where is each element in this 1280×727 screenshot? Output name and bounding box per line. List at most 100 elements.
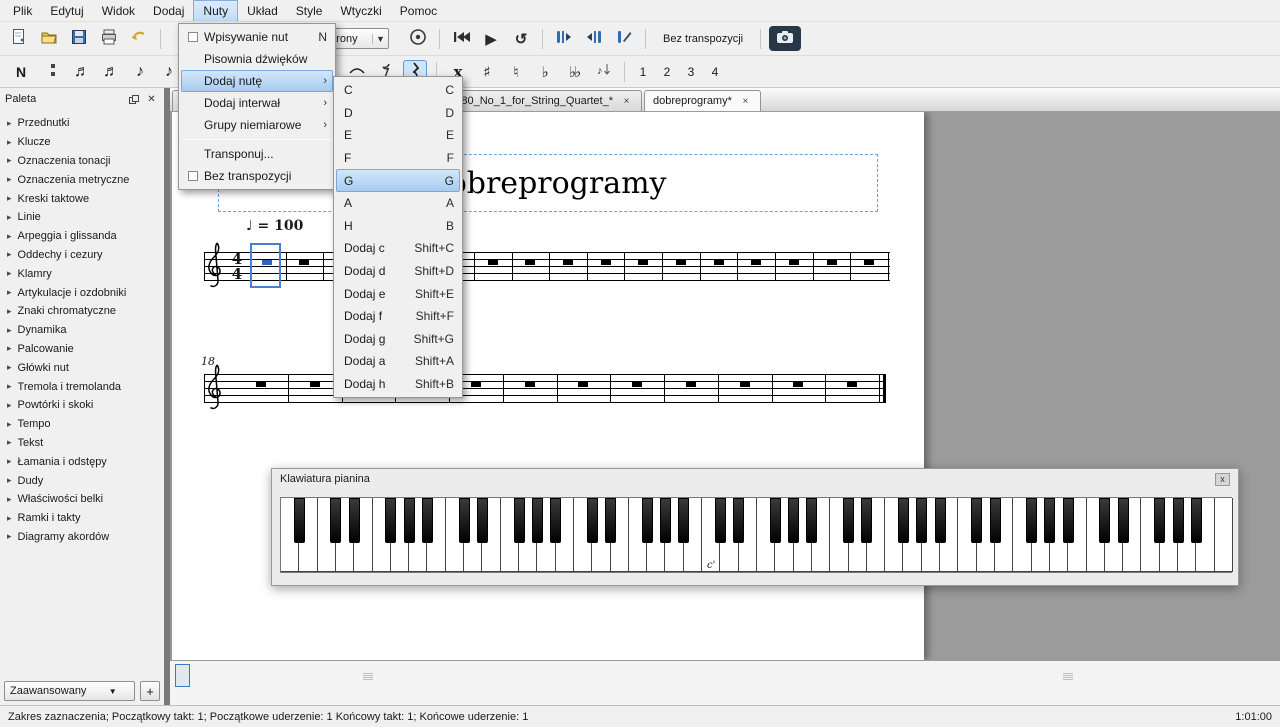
palette-item-klamry[interactable]: ▸Klamry [0,264,164,283]
black-key-gsharp-6[interactable] [404,498,415,543]
duration-64th-button[interactable]: ♬ [70,60,94,84]
duration-32nd-button[interactable]: ♬ [99,60,123,84]
voice-2-button[interactable]: 2 [658,60,676,84]
black-key-csharp-2[interactable] [330,498,341,543]
palette-item-diagramy-akordów[interactable]: ▸Diagramy akordów [0,528,164,547]
submenu-item-dodaj-h[interactable]: Dodaj hShift+B [336,373,460,396]
black-key-fsharp-47[interactable] [1154,498,1165,543]
black-key-gsharp-27[interactable] [788,498,799,543]
undo-button[interactable] [126,26,152,52]
menu-nuty[interactable]: Nuty [193,0,238,21]
navigator-strip[interactable] [170,660,1280,705]
black-key-csharp-37[interactable] [971,498,982,543]
menu-widok[interactable]: Widok [93,0,144,21]
menu-item-grupy-niemiarowe[interactable]: Grupy niemiarowe› [181,114,333,136]
black-key-csharp-23[interactable] [715,498,726,543]
whole-rest[interactable] [488,260,498,265]
whole-rest[interactable] [525,382,535,387]
black-key-csharp-44[interactable] [1099,498,1110,543]
flat-button[interactable]: ♭ [533,60,557,84]
whole-rest[interactable] [740,382,750,387]
play-button[interactable]: ▶ [478,26,504,52]
submenu-item-d[interactable]: DD [336,102,460,125]
whole-rest[interactable] [632,382,642,387]
menu-item-transponuj-[interactable]: Transponuj... [181,143,333,165]
edit-mode-toggle[interactable] [611,26,637,52]
black-key-csharp-16[interactable] [587,498,598,543]
black-key-fsharp-26[interactable] [770,498,781,543]
black-key-csharp-30[interactable] [843,498,854,543]
black-key-asharp-35[interactable] [935,498,946,543]
close-icon[interactable]: x [1215,473,1230,486]
close-icon[interactable]: × [620,95,633,108]
black-key-asharp-42[interactable] [1063,498,1074,543]
white-key-c-51[interactable] [1215,498,1233,572]
submenu-item-c[interactable]: CC [336,79,460,102]
whole-rest[interactable] [686,382,696,387]
menu-item-bez-transpozycji[interactable]: Bez transpozycji [181,165,333,187]
print-button[interactable] [96,26,122,52]
palette-item-tremola-i-tremolanda[interactable]: ▸Tremola i tremolanda [0,377,164,396]
menu-pomoc[interactable]: Pomoc [391,0,446,21]
palette-item-tempo[interactable]: ▸Tempo [0,415,164,434]
black-key-csharp-9[interactable] [459,498,470,543]
save-button[interactable] [66,26,92,52]
pan-playback-button[interactable] [405,26,431,52]
palette-item-główki-nut[interactable]: ▸Główki nut [0,358,164,377]
screenshot-mode-button[interactable] [769,26,801,51]
palette-item-powtórki-i-skoki[interactable]: ▸Powtórki i skoki [0,396,164,415]
flip-direction-button[interactable]: ♪ [591,60,615,84]
natural-button[interactable]: ♮ [504,60,528,84]
voice-1-button[interactable]: 1 [634,60,652,84]
whole-rest[interactable] [310,382,320,387]
close-icon[interactable]: ✕ [144,93,159,106]
palette-item-linie[interactable]: ▸Linie [0,208,164,227]
whole-rest[interactable] [525,260,535,265]
black-key-gsharp-13[interactable] [532,498,543,543]
menu-style[interactable]: Style [287,0,332,21]
whole-rest[interactable] [714,260,724,265]
double-flat-button[interactable]: ♭♭ [562,60,586,84]
black-key-asharp-49[interactable] [1191,498,1202,543]
whole-rest[interactable] [638,260,648,265]
close-icon[interactable]: × [739,95,752,108]
black-key-gsharp-41[interactable] [1044,498,1055,543]
submenu-item-dodaj-e[interactable]: Dodaj eShift+E [336,282,460,305]
black-key-fsharp-5[interactable] [385,498,396,543]
palette-item-łamania-i-odstępy[interactable]: ▸Łamania i odstępy [0,452,164,471]
menu-układ[interactable]: Układ [238,0,287,21]
palette-item-oznaczenia-tonacji[interactable]: ▸Oznaczenia tonacji [0,152,164,171]
menu-wtyczki[interactable]: Wtyczki [331,0,390,21]
whole-rest[interactable] [601,260,611,265]
black-key-dsharp-38[interactable] [990,498,1001,543]
submenu-item-dodaj-a[interactable]: Dodaj aShift+A [336,350,460,373]
whole-rest[interactable] [789,260,799,265]
submenu-item-g[interactable]: GG [336,169,460,192]
submenu-item-e[interactable]: EE [336,124,460,147]
undock-icon[interactable] [126,93,141,106]
palette-item-dynamika[interactable]: ▸Dynamika [0,321,164,340]
grace-dots-button[interactable] [41,60,65,84]
tab-2[interactable]: dobreprogramy*× [644,90,761,111]
palette-item-znaki-chromatyczne[interactable]: ▸Znaki chromatyczne [0,302,164,321]
palette-item-właściwości-belki[interactable]: ▸Właściwości belki [0,490,164,509]
palette-item-klucze[interactable]: ▸Klucze [0,133,164,152]
black-key-gsharp-48[interactable] [1173,498,1184,543]
palette-item-artykulacje-i-ozdobniki[interactable]: ▸Artykulacje i ozdobniki [0,283,164,302]
menu-item-dodaj-nutę[interactable]: Dodaj nutę› [181,70,333,92]
black-key-fsharp-40[interactable] [1026,498,1037,543]
voice-3-button[interactable]: 3 [682,60,700,84]
note-input-mode-button[interactable]: N [6,59,36,85]
black-key-dsharp-3[interactable] [349,498,360,543]
sharp-button[interactable]: ♯ [475,60,499,84]
voice-4-button[interactable]: 4 [706,60,724,84]
palette-item-przednutki[interactable]: ▸Przednutki [0,114,164,133]
play-repeats-toggle[interactable] [551,26,577,52]
tempo-marking[interactable]: ♩ = 100 [246,218,303,234]
submenu-item-dodaj-f[interactable]: Dodaj fShift+F [336,305,460,328]
whole-rest[interactable] [751,260,761,265]
black-key-asharp-14[interactable] [550,498,561,543]
black-key-dsharp-45[interactable] [1118,498,1129,543]
palette-item-palcowanie[interactable]: ▸Palcowanie [0,340,164,359]
black-key-asharp-7[interactable] [422,498,433,543]
